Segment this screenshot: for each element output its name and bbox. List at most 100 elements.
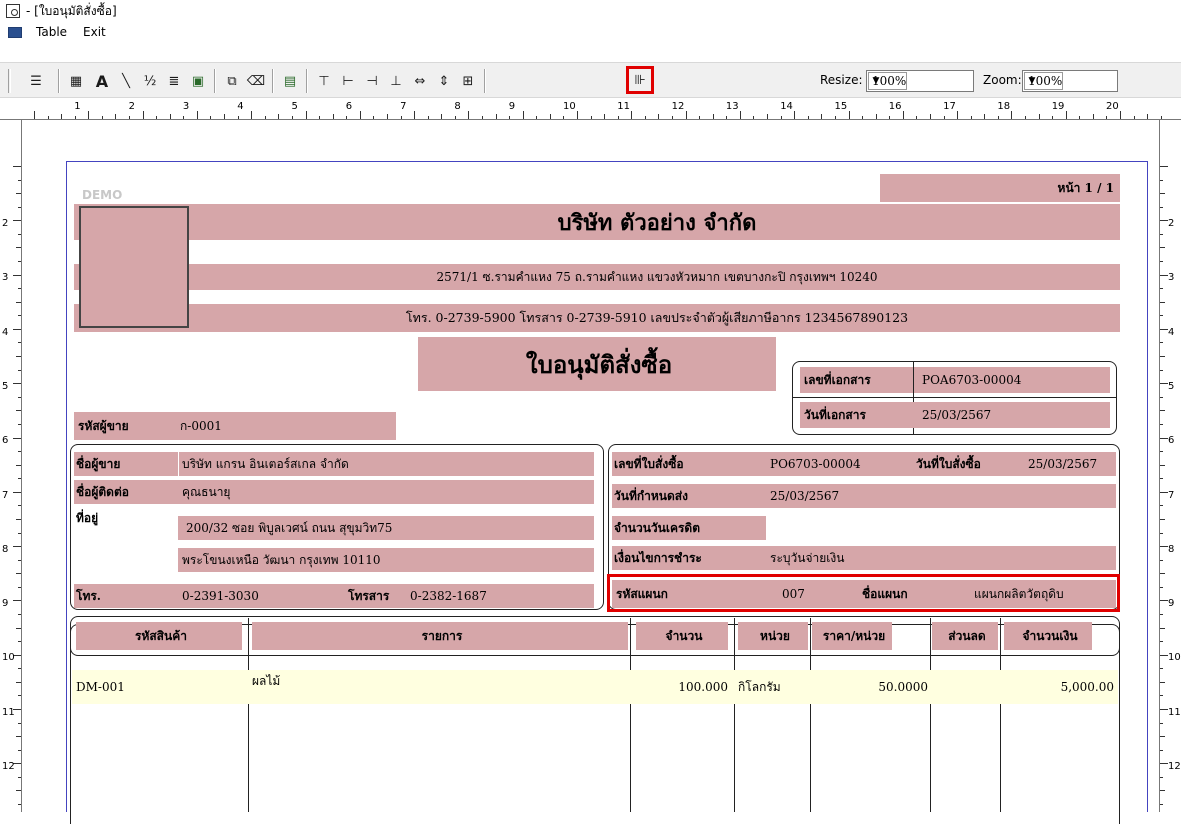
copy-icon[interactable]: ⧉ — [222, 71, 242, 91]
align-right-icon[interactable]: ⊣ — [362, 71, 382, 91]
align-bottom-icon[interactable]: ⊥ — [386, 71, 406, 91]
contact-name[interactable]: คุณธนายุ — [182, 480, 230, 504]
ruler-tick — [509, 116, 511, 119]
row-qty[interactable]: 100.000 — [636, 674, 728, 700]
col-header-discount[interactable]: ส่วนลด — [932, 622, 998, 650]
vendor-name[interactable]: บริษัท แกรน อินเตอร์สเกล จำกัด — [182, 452, 349, 476]
ruler-tick — [18, 261, 21, 263]
resize-label: Resize: — [820, 73, 863, 87]
vendor-address2[interactable]: พระโขนงเหนือ วัฒนา กรุงเทพ 10110 — [178, 548, 594, 572]
ruler-tick — [359, 111, 361, 119]
text-icon[interactable]: A — [92, 71, 112, 91]
align-icon[interactable]: ☰ — [26, 71, 46, 91]
same-height-icon[interactable]: ⇕ — [434, 71, 454, 91]
po-date[interactable]: 25/03/2567 — [1028, 452, 1097, 476]
ruler-tick — [1160, 179, 1163, 181]
company-address[interactable]: 2571/1 ซ.รามคำแหง 75 ถ.รามคำแหง แขวงหัวห… — [74, 264, 1120, 290]
ruler-tick — [18, 179, 21, 181]
ruler-tick — [346, 116, 348, 119]
vendor-code[interactable]: ก-0001 — [180, 412, 222, 440]
doc-no-label: เลขที่เอกสาร — [804, 372, 871, 387]
ruler-tick — [1160, 559, 1163, 561]
eraser-icon[interactable]: ⌫ — [246, 71, 266, 91]
align-top-icon[interactable]: ⊤ — [314, 71, 334, 91]
logo-box[interactable] — [79, 206, 189, 328]
resize-select[interactable]: 100% ▼ — [866, 70, 974, 92]
formula-icon[interactable]: ½ — [140, 71, 160, 91]
ruler-tick — [1160, 206, 1163, 208]
ruler-tick — [1160, 437, 1168, 439]
ruler-number: 19 — [1051, 101, 1065, 112]
payment[interactable]: ระบุวันจ่ายเงิน — [770, 546, 844, 570]
ruler-tick — [1160, 451, 1163, 453]
ruler-tick — [767, 114, 769, 119]
ruler-tick — [13, 546, 21, 548]
toolbar-grip[interactable] — [8, 69, 11, 93]
ruler-tick — [984, 114, 986, 119]
col-header-code[interactable]: รหัสสินค้า — [76, 622, 242, 650]
doc-title[interactable]: ใบอนุมัติสั่งซื้อ — [418, 337, 776, 391]
properties-icon[interactable]: ▤ — [280, 71, 300, 91]
field-icon[interactable]: ≣ — [164, 71, 184, 91]
ruler-tick — [156, 116, 158, 119]
menu-window-icon[interactable] — [8, 26, 22, 38]
ruler-tick — [1160, 695, 1163, 697]
zoom-select[interactable]: 100% ▼ — [1022, 70, 1118, 92]
company-name[interactable]: บริษัท ตัวอย่าง จำกัด — [74, 204, 1120, 240]
ruler-tick — [1147, 114, 1149, 119]
ruler-number: 2 — [128, 101, 135, 112]
vertical-ruler-left[interactable]: 2 3 4 5 6 7 8 9 10 11 12 — [0, 120, 22, 812]
ruler-number: 14 — [780, 101, 793, 112]
resize-value: 100% — [868, 72, 908, 90]
table-icon[interactable]: ▦ — [66, 71, 86, 91]
row-unit[interactable]: กิโลกรัม — [738, 674, 781, 700]
col-header-unit[interactable]: หน่วย — [738, 622, 808, 650]
ruler-tick — [1160, 328, 1168, 330]
ruler-tick — [454, 116, 456, 119]
row-desc[interactable]: ผลไม้ — [252, 670, 280, 692]
ruler-number: 16 — [888, 101, 902, 112]
doc-no[interactable]: POA6703-00004 — [922, 367, 1021, 393]
same-size-icon[interactable]: ⊞ — [458, 71, 478, 91]
doc-date[interactable]: 25/03/2567 — [922, 402, 991, 428]
ruler-tick — [61, 114, 63, 119]
toolbar-separator — [58, 69, 60, 93]
col-header-price[interactable]: ราคา/หน่วย — [812, 622, 892, 650]
vertical-ruler-right[interactable]: 2 3 4 5 6 7 8 9 10 11 12 — [1159, 120, 1181, 812]
ruler-tick — [18, 315, 21, 317]
vendor-name-label: ชื่อผู้ขาย — [76, 456, 121, 471]
menu-table[interactable]: Table — [34, 25, 69, 39]
image-icon[interactable]: ▣ — [188, 71, 208, 91]
fax[interactable]: 0-2382-1687 — [410, 584, 487, 608]
po-no[interactable]: PO6703-00004 — [770, 452, 861, 476]
row-amount[interactable]: 5,000.00 — [1004, 674, 1114, 700]
ruler-number: 1 — [74, 101, 81, 112]
ruler-tick — [875, 114, 877, 119]
ruler-tick — [18, 423, 21, 425]
ruler-tick — [1079, 116, 1081, 119]
same-width-icon[interactable]: ⇔ — [410, 71, 430, 91]
col-header-amount[interactable]: จำนวนเงิน — [1004, 622, 1092, 650]
menu-exit[interactable]: Exit — [81, 25, 108, 39]
ruler-tick — [18, 396, 21, 398]
col-header-qty[interactable]: จำนวน — [636, 622, 728, 650]
col-header-desc[interactable]: รายการ — [252, 622, 628, 650]
company-contact[interactable]: โทร. 0-2739-5900 โทรสาร 0-2739-5910 เลขป… — [74, 304, 1120, 332]
ruler-number: 4 — [1168, 326, 1175, 338]
zoom-label: Zoom: — [983, 73, 1022, 87]
page-number[interactable]: หน้า 1 / 1 — [880, 174, 1120, 202]
insert-column-icon[interactable]: ⊪ — [626, 66, 654, 94]
ruler-tick — [862, 116, 864, 119]
ruler-tick — [441, 114, 443, 119]
tel[interactable]: 0-2391-3030 — [182, 584, 259, 608]
row-discount[interactable] — [932, 674, 998, 700]
vendor-address1[interactable]: 200/32 ซอย พิบูลเวศน์ ถนน สุขุมวิท75 — [178, 516, 594, 540]
row-price[interactable]: 50.0000 — [812, 674, 928, 700]
line-icon[interactable]: ╲ — [116, 71, 136, 91]
row-code[interactable]: DM-001 — [76, 674, 125, 700]
align-left-icon[interactable]: ⊢ — [338, 71, 358, 91]
ruler-tick — [101, 116, 103, 119]
ruler-tick — [1160, 383, 1168, 385]
horizontal-ruler[interactable]: 1 2 3 4 5 6 7 8 9 10 11 12 13 14 15 16 17 18 19 20 — [0, 98, 1181, 120]
due-date[interactable]: 25/03/2567 — [770, 484, 839, 508]
